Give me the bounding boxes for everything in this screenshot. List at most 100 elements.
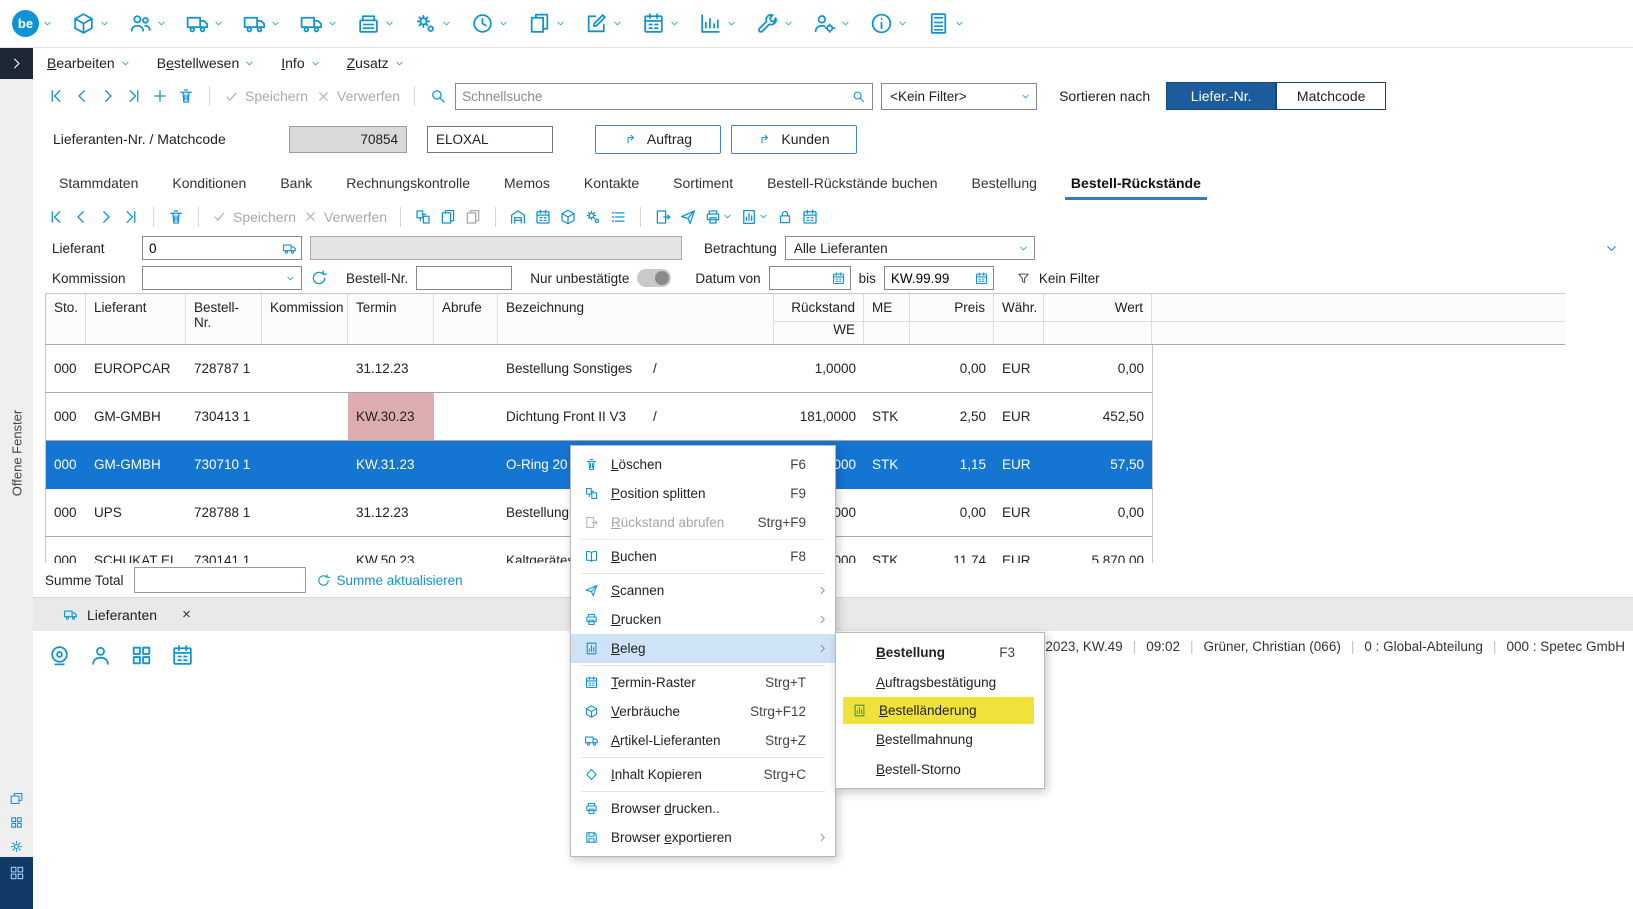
module-wrench[interactable] — [755, 11, 794, 36]
datum-von-input[interactable] — [776, 271, 827, 286]
module-cash-register[interactable] — [356, 11, 395, 36]
menu-item-browser-exportieren[interactable]: Browser exportieren — [571, 823, 835, 852]
filter-select[interactable]: <Kein Filter> — [881, 83, 1037, 110]
kein-filter-label[interactable]: Kein Filter — [1039, 271, 1100, 286]
sort-liefernr-button[interactable]: Liefer.-Nr. — [1166, 82, 1276, 110]
paste-button[interactable] — [464, 208, 482, 226]
funnel-icon[interactable] — [1016, 271, 1031, 286]
module-compose[interactable] — [584, 11, 623, 36]
col-termin[interactable]: Termin — [348, 294, 434, 344]
bis-input[interactable] — [891, 271, 970, 286]
menu-item-buchen[interactable]: BuchenF8 — [571, 542, 835, 571]
col-me[interactable]: ME — [864, 294, 910, 344]
menu-item-inhalt-kopieren[interactable]: Inhalt KopierenStrg+C — [571, 760, 835, 789]
sort-matchcode-button[interactable]: Matchcode — [1276, 82, 1386, 110]
trash-button[interactable] — [167, 208, 185, 226]
module-truck-copy[interactable] — [299, 11, 338, 36]
grid-button[interactable] — [9, 815, 24, 830]
menu-item-artikel-lieferanten[interactable]: Artikel-LieferantenStrg+Z — [571, 726, 835, 755]
bestellnr-input[interactable] — [423, 271, 507, 286]
auftrag-button[interactable]: Auftrag — [595, 125, 721, 154]
module-copy[interactable] — [527, 11, 566, 36]
window-tab-lieferanten[interactable]: Lieferanten × — [63, 606, 191, 623]
col-rueckstand[interactable]: RückstandWE — [774, 294, 864, 344]
menu-item-bestellmahnung[interactable]: Bestellmahnung — [836, 724, 1044, 754]
trash-button[interactable] — [177, 87, 195, 105]
kunden-button[interactable]: Kunden — [731, 125, 857, 154]
col-wert[interactable]: Wert — [1044, 294, 1152, 344]
tab-rechnungskontrolle[interactable]: Rechnungskontrolle — [346, 175, 470, 200]
nav-last-button[interactable] — [122, 208, 140, 226]
person-button[interactable] — [88, 643, 113, 668]
col-waehr[interactable]: Währ. — [994, 294, 1044, 344]
table-row[interactable]: 000GM-GMBH730413 1KW.30.23Dichtung Front… — [45, 393, 1153, 441]
col-preis[interactable]: Preis — [910, 294, 994, 344]
search-icon[interactable] — [851, 89, 866, 104]
search-input[interactable] — [462, 89, 845, 104]
menu-info[interactable]: Info — [281, 55, 320, 71]
module-user-gear[interactable] — [812, 11, 851, 36]
nav-last-button[interactable] — [125, 87, 143, 105]
menu-item-bestell-storno[interactable]: Bestell-Storno — [836, 754, 1044, 784]
menu-bearbeiten[interactable]: Bearbeiten — [47, 55, 131, 71]
menu-item-verbr-uche[interactable]: VerbräucheStrg+F12 — [571, 697, 835, 726]
betrachtung-select[interactable]: Alle Lieferanten — [785, 236, 1035, 260]
menu-item-beleg[interactable]: Beleg — [571, 634, 835, 663]
window-copy-button[interactable] — [9, 791, 24, 806]
module-gears[interactable] — [413, 11, 452, 36]
calendar-grid-button[interactable] — [534, 208, 552, 226]
col-bestellnr[interactable]: Bestell-Nr. — [186, 294, 262, 344]
col-kommission[interactable]: Kommission — [262, 294, 348, 344]
menu-item-r-ckstand-abrufen[interactable]: Rückstand abrufenStrg+F9 — [571, 508, 835, 537]
menu-item-scannen[interactable]: Scannen — [571, 576, 835, 605]
module-box[interactable] — [71, 11, 110, 36]
tab-stammdaten[interactable]: Stammdaten — [59, 175, 138, 200]
close-icon[interactable]: × — [182, 606, 191, 623]
plus-button[interactable] — [151, 87, 169, 105]
menu-item-auftragsbest-tigung[interactable]: Auftragsbestätigung — [836, 667, 1044, 697]
panel-collapse-chevron-icon[interactable] — [1604, 241, 1619, 256]
copy-button[interactable] — [439, 208, 457, 226]
printer-button[interactable] — [704, 208, 733, 226]
gear-button[interactable] — [9, 839, 24, 854]
menu-item-browser-drucken[interactable]: Browser drucken.. — [571, 794, 835, 823]
tab-kontakte[interactable]: Kontakte — [584, 175, 639, 200]
module-calculator[interactable] — [926, 11, 965, 36]
tab-bestell-r-ckst-nde-buchen[interactable]: Bestell-Rückstände buchen — [767, 175, 937, 200]
duplicate-button[interactable] — [414, 208, 432, 226]
col-abrufe[interactable]: Abrufe — [434, 294, 498, 344]
nav-first-button[interactable] — [47, 208, 65, 226]
lieferant-input[interactable] — [149, 241, 278, 256]
check-button[interactable]: Speichern — [212, 209, 296, 225]
menu-item-bestell-nderung[interactable]: Bestelländerung — [843, 697, 1034, 724]
package-gear-button[interactable] — [584, 208, 602, 226]
module-truck[interactable] — [242, 11, 281, 36]
matchcode-field[interactable]: ELOXAL — [427, 126, 553, 153]
save-button[interactable]: Speichern — [224, 88, 308, 104]
search-icon[interactable] — [429, 87, 447, 105]
camera-button[interactable] — [47, 643, 72, 668]
menu-zusatz[interactable]: Zusatz — [347, 55, 405, 71]
supplier-number-field[interactable]: 70854 — [289, 126, 407, 153]
kommission-select[interactable] — [142, 266, 302, 290]
menu-item-l-schen[interactable]: LöschenF6 — [571, 450, 835, 479]
menu-item-termin-raster[interactable]: Termin-RasterStrg+T — [571, 668, 835, 697]
module-info[interactable] — [869, 11, 908, 36]
calendar-icon[interactable] — [831, 271, 846, 286]
tab-sortiment[interactable]: Sortiment — [673, 175, 733, 200]
col-bezeichnung[interactable]: Bezeichnung — [498, 294, 774, 344]
calendar-icon[interactable] — [974, 271, 989, 286]
tab-bestellung[interactable]: Bestellung — [972, 175, 1037, 200]
menu-bestellwesen[interactable]: Bestellwesen — [157, 55, 256, 71]
calendar-button[interactable] — [801, 208, 819, 226]
nav-first-button[interactable] — [47, 87, 65, 105]
tab-bestell-r-ckst-nde[interactable]: Bestell-Rückstände — [1071, 175, 1201, 200]
nav-prev-button[interactable] — [72, 208, 90, 226]
refresh-icon[interactable] — [310, 269, 328, 287]
module-clock[interactable] — [470, 11, 509, 36]
export-button[interactable] — [654, 208, 672, 226]
document-chart-button[interactable] — [740, 208, 769, 226]
tab-memos[interactable]: Memos — [504, 175, 550, 200]
app-logo-button[interactable]: be — [12, 10, 53, 37]
table-row[interactable]: 000EUROPCAR728787 131.12.23Bestellung So… — [45, 345, 1153, 393]
